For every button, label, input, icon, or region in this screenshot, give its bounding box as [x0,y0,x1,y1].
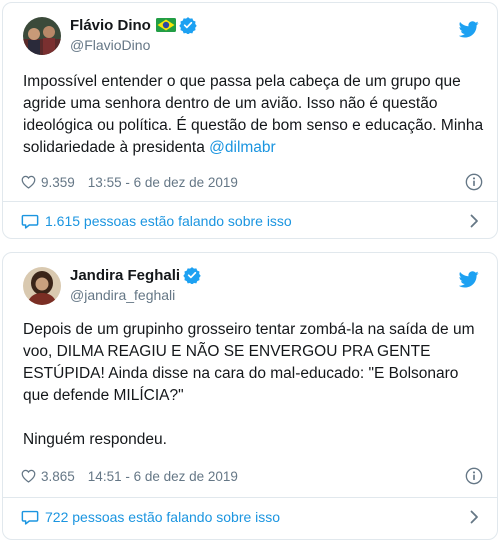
timestamp[interactable]: 13:55 - 6 de dez de 2019 [88,175,238,190]
heart-icon[interactable] [21,175,36,189]
avatar[interactable] [23,267,61,305]
speech-bubble-icon [21,509,39,525]
divider [3,201,497,202]
tweet-text: Depois de um grupinho grosseiro tentar z… [23,321,475,448]
tweet-card: Jandira Feghali @jandira_feghali Depois … [2,252,498,540]
chevron-right-icon[interactable] [470,214,479,228]
display-name[interactable]: Jandira Feghali [70,267,180,284]
handle[interactable]: @FlavioDino [70,37,150,53]
conversation-text[interactable]: 1.615 pessoas estão falando sobre isso [45,213,292,229]
info-icon[interactable] [465,173,483,191]
brazil-flag-icon [155,18,176,32]
like-count[interactable]: 3.865 [41,469,75,484]
conversation-text[interactable]: 722 pessoas estão falando sobre isso [45,509,280,525]
tweet-text: Impossível entender o que passa pela cab… [23,71,485,159]
mention-link[interactable]: @dilmabr [209,139,276,156]
verified-badge-icon [183,266,201,285]
display-name[interactable]: Flávio Dino [70,17,151,34]
tweet-meta: 3.865 14:51 - 6 de dez de 2019 [21,465,483,487]
tweet-card: Flávio Dino @FlavioDino Impossível enten… [2,2,498,239]
avatar[interactable] [23,17,61,55]
handle[interactable]: @jandira_feghali [70,287,175,303]
conversation-link[interactable]: 722 pessoas estão falando sobre isso [21,505,483,529]
like-count[interactable]: 9.359 [41,175,75,190]
divider [3,497,497,498]
info-icon[interactable] [465,467,483,485]
tweet-meta: 9.359 13:55 - 6 de dez de 2019 [21,171,483,193]
chevron-right-icon[interactable] [470,510,479,524]
twitter-bird-icon[interactable] [458,21,479,38]
heart-icon[interactable] [21,469,36,483]
speech-bubble-icon [21,213,39,229]
twitter-bird-icon[interactable] [458,271,479,288]
conversation-link[interactable]: 1.615 pessoas estão falando sobre isso [21,209,483,233]
timestamp[interactable]: 14:51 - 6 de dez de 2019 [88,469,238,484]
verified-badge-icon [179,16,197,35]
